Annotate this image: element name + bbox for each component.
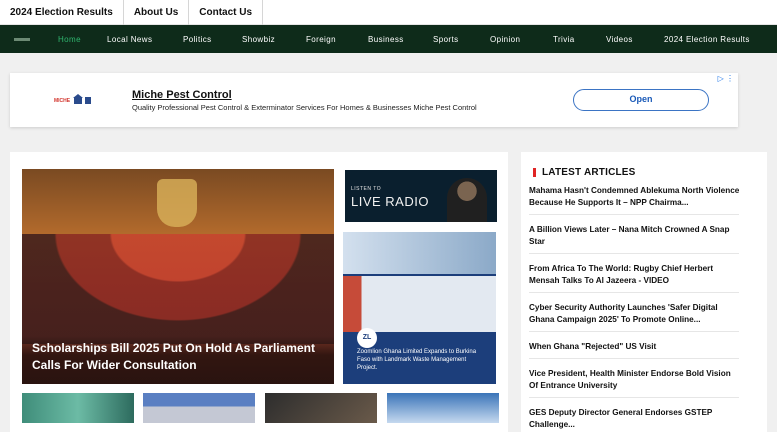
radio-listen-label: LISTEN TO xyxy=(351,186,382,192)
latest-article-item[interactable]: When Ghana "Rejected" US Visit xyxy=(529,341,741,353)
adchoices-icon[interactable]: ▷ ⋮ xyxy=(718,74,734,83)
main-nav: Home Local News Politics Showbiz Foreign… xyxy=(0,25,777,53)
ad-open-button[interactable]: Open xyxy=(573,89,709,111)
nav-item-showbiz[interactable]: Showbiz xyxy=(242,35,275,44)
ad-logo: MICHE xyxy=(54,94,91,104)
heading-accent-bar xyxy=(533,168,536,177)
top-link-contact-us[interactable]: Contact Us xyxy=(189,0,264,25)
feature-image xyxy=(22,234,334,344)
top-links-bar: 2024 Election Results About Us Contact U… xyxy=(0,0,777,25)
latest-article-item[interactable]: A Billion Views Later – Nana Mitch Crown… xyxy=(529,224,741,248)
nav-item-politics[interactable]: Politics xyxy=(183,35,212,44)
story-thumbnail[interactable] xyxy=(387,393,499,423)
top-link-about-us[interactable]: About Us xyxy=(124,0,190,25)
svg-text:MICHE: MICHE xyxy=(54,98,71,104)
nav-item-videos[interactable]: Videos xyxy=(606,35,633,44)
latest-article-item[interactable]: Mahama Hasn't Condemned Ablekuma North V… xyxy=(529,185,741,209)
latest-articles-heading: LATEST ARTICLES xyxy=(533,167,636,178)
latest-article-item[interactable]: GES Deputy Director General Endorses GST… xyxy=(529,407,741,431)
nav-item-opinion[interactable]: Opinion xyxy=(490,35,520,44)
nav-item-sports[interactable]: Sports xyxy=(433,35,459,44)
story-thumbnail[interactable] xyxy=(265,393,377,423)
top-link-election-results[interactable]: 2024 Election Results xyxy=(0,0,124,25)
promo-image-top xyxy=(343,232,496,274)
story-thumbnail[interactable] xyxy=(22,393,134,423)
nav-item-foreign[interactable]: Foreign xyxy=(306,35,336,44)
radio-host-image xyxy=(447,178,487,222)
promo-text: Zoomlion Ghana Limited Expands to Burkin… xyxy=(357,349,477,371)
ad-text: Quality Professional Pest Control & Exte… xyxy=(132,103,477,112)
promo-badge: ZL xyxy=(357,328,377,348)
featured-story-headline[interactable]: Scholarships Bill 2025 Put On Hold As Pa… xyxy=(32,340,324,374)
promo-image-signing xyxy=(343,276,496,332)
latest-article-item[interactable]: Vice President, Health Minister Endorse … xyxy=(529,368,741,392)
nav-item-business[interactable]: Business xyxy=(368,35,404,44)
nav-item-home[interactable]: Home xyxy=(58,35,81,44)
nav-item-election-results[interactable]: 2024 Election Results xyxy=(664,35,750,44)
promo-banner[interactable]: ZL Zoomlion Ghana Limited Expands to Bur… xyxy=(343,232,496,384)
live-radio-banner[interactable]: LISTEN TO LIVE RADIO xyxy=(345,170,497,222)
latest-article-item[interactable]: From Africa To The World: Rugby Chief He… xyxy=(529,263,741,287)
site-logo[interactable] xyxy=(0,25,44,53)
radio-live-label: LIVE RADIO xyxy=(351,194,429,209)
nav-item-trivia[interactable]: Trivia xyxy=(553,35,575,44)
story-thumbnail[interactable] xyxy=(143,393,255,423)
feature-image-crest xyxy=(157,179,197,227)
latest-article-item[interactable]: Cyber Security Authority Launches 'Safer… xyxy=(529,302,741,326)
featured-story[interactable]: Scholarships Bill 2025 Put On Hold As Pa… xyxy=(22,169,334,384)
nav-item-local-news[interactable]: Local News xyxy=(107,35,152,44)
ad-banner[interactable]: MICHE Miche Pest Control Quality Profess… xyxy=(10,73,738,127)
ad-title[interactable]: Miche Pest Control xyxy=(132,89,232,101)
